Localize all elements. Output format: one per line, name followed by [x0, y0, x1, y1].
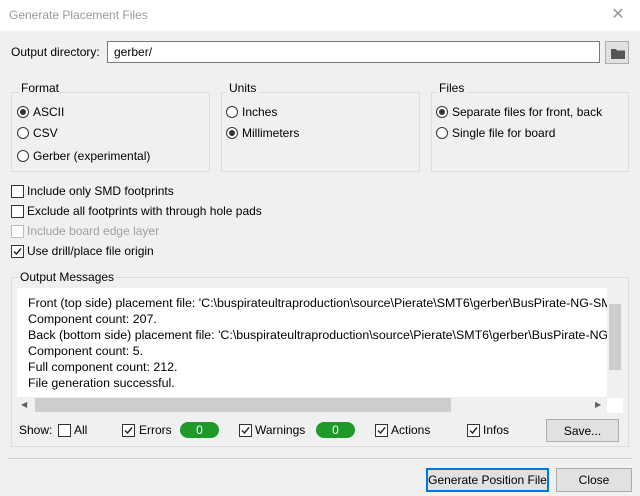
format-gerber-radio[interactable]	[17, 150, 29, 162]
close-button[interactable]: Close	[556, 468, 632, 492]
units-millimeters-radio[interactable]	[226, 127, 238, 139]
files-separate-label[interactable]: Separate files for front, back	[452, 105, 602, 119]
save-messages-button[interactable]: Save...	[546, 419, 619, 442]
filter-infos-checkbox[interactable]	[467, 424, 480, 437]
filter-errors-label[interactable]: Errors	[139, 423, 172, 437]
files-single-radio[interactable]	[436, 127, 448, 139]
checkmark-icon	[241, 427, 250, 435]
filter-actions-checkbox[interactable]	[375, 424, 388, 437]
exclude-through-hole-checkbox[interactable]	[11, 205, 24, 218]
format-csv-radio[interactable]	[17, 127, 29, 139]
filter-all-checkbox[interactable]	[58, 424, 71, 437]
scroll-right-icon[interactable]: ▶	[595, 401, 601, 409]
files-group-title: Files	[437, 81, 467, 95]
messages-horizontal-thumb[interactable]	[35, 398, 451, 412]
output-messages-text[interactable]: Front (top side) placement file: 'C:\bus…	[17, 288, 623, 413]
smd-only-label[interactable]: Include only SMD footprints	[27, 184, 174, 198]
message-line: Component count: 5.	[28, 344, 144, 358]
drill-origin-checkbox[interactable]	[11, 245, 24, 258]
smd-only-checkbox[interactable]	[11, 185, 24, 198]
board-edge-label: Include board edge layer	[27, 224, 160, 238]
title-bar: Generate Placement Files ✕	[0, 0, 640, 31]
errors-count-badge: 0	[180, 422, 219, 438]
filter-warnings-label[interactable]: Warnings	[255, 423, 305, 437]
browse-folder-button[interactable]	[605, 41, 629, 64]
units-group-title: Units	[227, 81, 259, 95]
output-directory-label: Output directory:	[11, 45, 100, 59]
filter-errors-checkbox[interactable]	[122, 424, 135, 437]
message-line: Full component count: 212.	[28, 360, 178, 374]
filter-actions-label[interactable]: Actions	[391, 423, 430, 437]
filter-warnings-checkbox[interactable]	[239, 424, 252, 437]
checkmark-icon	[469, 427, 478, 435]
filter-infos-label[interactable]: Infos	[483, 423, 509, 437]
exclude-through-hole-label[interactable]: Exclude all footprints with through hole…	[27, 204, 262, 218]
show-label: Show:	[19, 423, 53, 437]
files-single-label[interactable]: Single file for board	[452, 126, 555, 140]
format-ascii-label[interactable]: ASCII	[33, 105, 64, 119]
units-inches-radio[interactable]	[226, 106, 238, 118]
checkmark-icon	[377, 427, 386, 435]
output-directory-input[interactable]	[107, 41, 600, 63]
format-ascii-radio[interactable]	[17, 106, 29, 118]
window-close-icon[interactable]: ✕	[606, 5, 630, 25]
generate-position-file-button[interactable]: Generate Position File	[426, 468, 549, 492]
units-inches-label[interactable]: Inches	[242, 105, 277, 119]
checkmark-icon	[13, 248, 22, 256]
drill-origin-label[interactable]: Use drill/place file origin	[27, 244, 154, 258]
folder-icon	[611, 49, 625, 59]
units-millimeters-label[interactable]: Millimeters	[242, 126, 299, 140]
scroll-left-icon[interactable]: ◀	[21, 401, 27, 409]
filter-all-label[interactable]: All	[74, 423, 87, 437]
board-edge-checkbox	[11, 225, 24, 238]
format-csv-label[interactable]: CSV	[33, 126, 58, 140]
message-line: Back (bottom side) placement file: 'C:\b…	[28, 328, 623, 342]
checkmark-icon	[124, 427, 133, 435]
footer-separator	[8, 458, 632, 459]
message-line: Front (top side) placement file: 'C:\bus…	[28, 296, 623, 310]
format-group-title: Format	[19, 81, 62, 95]
output-messages-title: Output Messages	[18, 270, 117, 284]
files-separate-radio[interactable]	[436, 106, 448, 118]
message-line: File generation successful.	[28, 376, 175, 390]
warnings-count-badge: 0	[316, 422, 355, 438]
format-gerber-label[interactable]: Gerber (experimental)	[33, 149, 150, 163]
messages-vertical-thumb[interactable]	[609, 304, 621, 370]
message-line: Component count: 207.	[28, 312, 157, 326]
window-title: Generate Placement Files	[9, 8, 148, 22]
